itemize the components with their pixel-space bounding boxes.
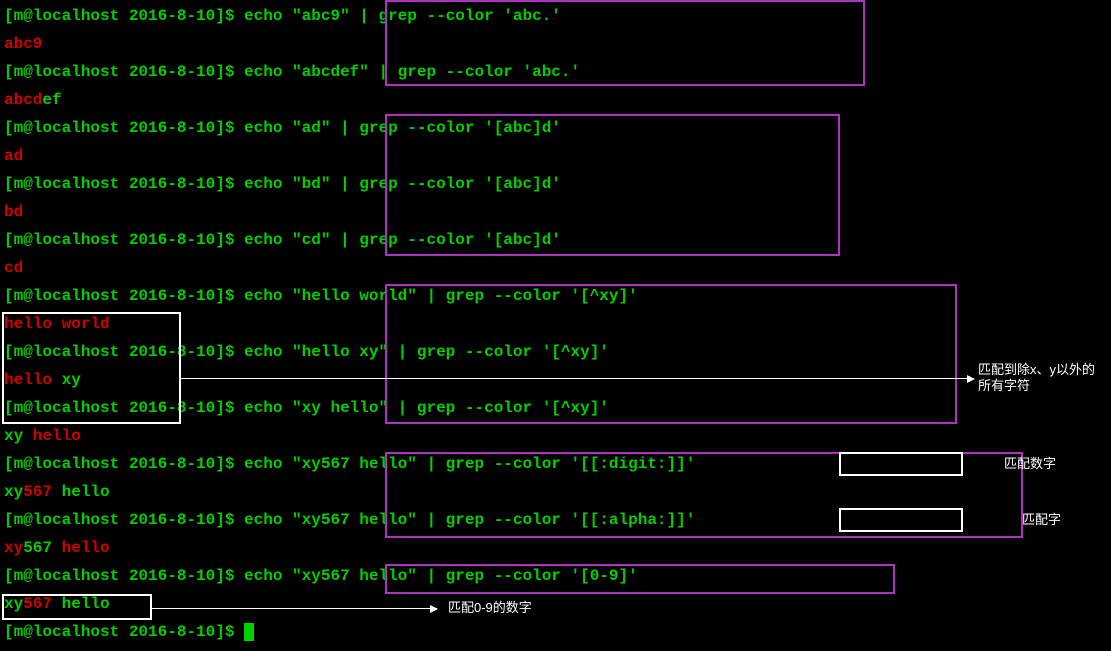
command-line: [m@localhost 2016-8-10]$ echo "xy567 hel… <box>4 562 1107 590</box>
command-line: [m@localhost 2016-8-10]$ echo "bd" | gre… <box>4 170 1107 198</box>
matched-text: 567 <box>23 483 52 501</box>
output-line: bd <box>4 198 1107 226</box>
command-text: echo "xy567 hello" | grep --color '[[:al… <box>244 511 695 529</box>
prompt: [m@localhost 2016-8-10]$ <box>4 63 244 81</box>
prompt: [m@localhost 2016-8-10]$ <box>4 231 244 249</box>
output-line: abc9 <box>4 30 1107 58</box>
prompt: [m@localhost 2016-8-10]$ <box>4 175 244 193</box>
prompt: [m@localhost 2016-8-10]$ <box>4 623 244 641</box>
prompt: [m@localhost 2016-8-10]$ <box>4 343 244 361</box>
output-line: hello xy <box>4 366 1107 394</box>
plain-text <box>52 539 62 557</box>
prompt: [m@localhost 2016-8-10]$ <box>4 567 244 585</box>
matched-text: hello <box>62 539 110 557</box>
matched-text: ad <box>4 147 23 165</box>
arrow-negation <box>181 378 974 379</box>
output-line: cd <box>4 254 1107 282</box>
output-line: xy567 hello <box>4 534 1107 562</box>
matched-text: xy <box>4 539 23 557</box>
command-line: [m@localhost 2016-8-10]$ echo "xy567 hel… <box>4 506 1107 534</box>
annotation-digit: 匹配数字 <box>1004 456 1056 472</box>
cursor[interactable] <box>244 623 254 641</box>
annotation-range: 匹配0-9的数字 <box>448 600 532 616</box>
prompt: [m@localhost 2016-8-10]$ <box>4 7 244 25</box>
command-line: [m@localhost 2016-8-10]$ echo "hello wor… <box>4 282 1107 310</box>
annotation-negation: 匹配到除x、y以外的所有字符 <box>978 362 1098 394</box>
matched-text: hello <box>4 371 62 389</box>
command-text: echo "xy567 hello" | grep --color '[0-9]… <box>244 567 638 585</box>
command-line: [m@localhost 2016-8-10]$ echo "ad" | gre… <box>4 114 1107 142</box>
command-text: echo "cd" | grep --color '[abc]d' <box>244 231 561 249</box>
command-line: [m@localhost 2016-8-10]$ echo "hello xy"… <box>4 338 1107 366</box>
terminal[interactable]: [m@localhost 2016-8-10]$ echo "abc9" | g… <box>0 0 1111 648</box>
plain-text: hello <box>52 483 110 501</box>
command-text: echo "xy hello" | grep --color '[^xy]' <box>244 399 609 417</box>
output-line: ad <box>4 142 1107 170</box>
matched-text: abcd <box>4 91 42 109</box>
matched-text: cd <box>4 259 23 277</box>
command-line: [m@localhost 2016-8-10]$ echo "abc9" | g… <box>4 2 1107 30</box>
matched-text: hello world <box>4 315 110 333</box>
matched-text: abc9 <box>4 35 42 53</box>
prompt: [m@localhost 2016-8-10]$ <box>4 511 244 529</box>
matched-text: bd <box>4 203 23 221</box>
output-line: xy hello <box>4 422 1107 450</box>
output-line: xy567 hello <box>4 478 1107 506</box>
command-text: echo "bd" | grep --color '[abc]d' <box>244 175 561 193</box>
annotation-alpha: 匹配字 <box>1022 512 1061 528</box>
prompt: [m@localhost 2016-8-10]$ <box>4 399 244 417</box>
output-line: abcdef <box>4 86 1107 114</box>
prompt: [m@localhost 2016-8-10]$ <box>4 287 244 305</box>
command-line: [m@localhost 2016-8-10]$ echo "abcdef" |… <box>4 58 1107 86</box>
cursor-line: [m@localhost 2016-8-10]$ <box>4 618 1107 646</box>
matched-text: 567 <box>23 595 52 613</box>
command-text: echo "hello world" | grep --color '[^xy]… <box>244 287 638 305</box>
command-line: [m@localhost 2016-8-10]$ echo "xy hello"… <box>4 394 1107 422</box>
command-text: echo "abc9" | grep --color 'abc.' <box>244 7 561 25</box>
plain-text: xy <box>4 483 23 501</box>
plain-text: hello <box>52 595 110 613</box>
matched-text: hello <box>23 427 81 445</box>
output-line: hello world <box>4 310 1107 338</box>
command-line: [m@localhost 2016-8-10]$ echo "cd" | gre… <box>4 226 1107 254</box>
command-text: echo "hello xy" | grep --color '[^xy]' <box>244 343 609 361</box>
command-text: echo "xy567 hello" | grep --color '[[:di… <box>244 455 695 473</box>
plain-text: 567 <box>23 539 52 557</box>
command-text: echo "ad" | grep --color '[abc]d' <box>244 119 561 137</box>
prompt: [m@localhost 2016-8-10]$ <box>4 119 244 137</box>
plain-text: ef <box>42 91 61 109</box>
prompt: [m@localhost 2016-8-10]$ <box>4 455 244 473</box>
arrow-range <box>152 608 437 609</box>
output-line: xy567 hello <box>4 590 1107 618</box>
command-line: [m@localhost 2016-8-10]$ echo "xy567 hel… <box>4 450 1107 478</box>
plain-text: xy <box>4 427 23 445</box>
plain-text: xy <box>62 371 81 389</box>
command-text: echo "abcdef" | grep --color 'abc.' <box>244 63 580 81</box>
plain-text: xy <box>4 595 23 613</box>
